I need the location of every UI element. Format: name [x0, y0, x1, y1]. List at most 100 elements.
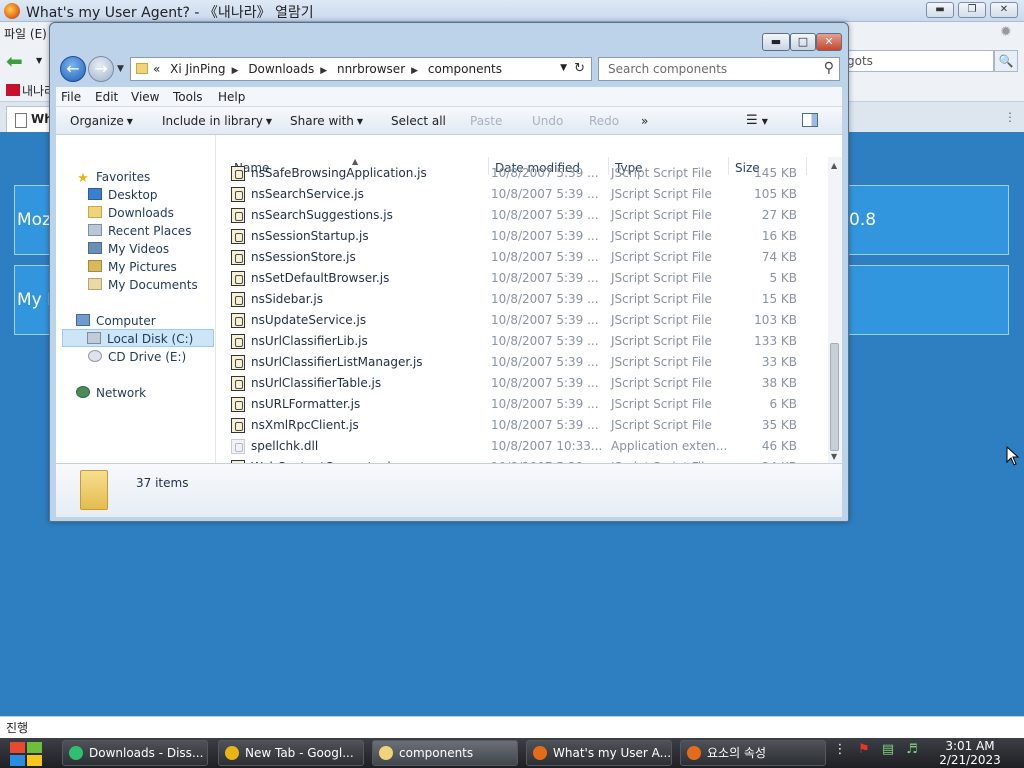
preview-pane-icon[interactable] [802, 113, 818, 127]
nav-my-videos[interactable]: My Videos [88, 240, 169, 258]
redo-button[interactable]: Redo [589, 114, 619, 128]
table-row[interactable]: nsSetDefaultBrowser.js 10/8/2007 5:39 ...… [226, 268, 826, 289]
table-row[interactable]: nsUrlClassifierTable.js 10/8/2007 5:39 ..… [226, 373, 826, 394]
close-button[interactable]: ✕ [816, 33, 842, 51]
paste-button[interactable]: Paste [470, 114, 502, 128]
back-button[interactable]: ← [60, 56, 86, 82]
nav-my-documents[interactable]: My Documents [88, 276, 198, 294]
file-type: JScript Script File [611, 187, 712, 201]
file-type: Application exten... [611, 439, 728, 453]
clock[interactable]: 3:01 AM 2/21/2023 [930, 739, 1010, 767]
breadcrumb-components[interactable]: components [428, 62, 502, 76]
script-file-icon [231, 313, 245, 328]
scroll-down-icon[interactable]: ▼ [831, 452, 837, 461]
browser-back-icon[interactable]: ⬅ [6, 50, 28, 72]
nav-computer[interactable]: Computer [76, 312, 156, 330]
minimize-button[interactable]: ▬ [762, 33, 790, 51]
table-row[interactable]: nsSidebar.js 10/8/2007 5:39 ... JScript Sc… [226, 289, 826, 310]
address-dropdown-icon[interactable]: ▼ [560, 63, 567, 73]
scroll-thumb[interactable] [830, 343, 839, 451]
taskbar-item[interactable]: New Tab - Googl... [218, 740, 364, 766]
network-status-icon[interactable]: ▤ [880, 742, 896, 758]
start-button[interactable] [8, 740, 44, 766]
hard-drive-icon [87, 332, 101, 344]
nav-local-disk-label: Local Disk (C:) [107, 332, 194, 346]
table-row[interactable]: nsSessionStartup.js 10/8/2007 5:39 ... JSc… [226, 226, 826, 247]
nav-my-pictures[interactable]: My Pictures [88, 258, 177, 276]
menu-view[interactable]: View [131, 90, 159, 104]
file-date: 10/8/2007 5:39 ... [491, 187, 599, 201]
breadcrumb-xi-jinping[interactable]: Xi JinPing [170, 62, 225, 76]
table-row[interactable]: nsURLFormatter.js 10/8/2007 5:39 ... JScri… [226, 394, 826, 415]
nav-local-disk[interactable]: Local Disk (C:) [62, 329, 214, 347]
browser-close-button[interactable]: ✕ [990, 2, 1018, 18]
share-with-button[interactable]: Share with ▼ [290, 114, 363, 128]
browser-menu-file[interactable]: 파일 (E) [4, 25, 47, 42]
forward-button[interactable]: → [88, 56, 114, 82]
table-row[interactable]: nsSearchService.js 10/8/2007 5:39 ... JScr… [226, 184, 826, 205]
taskbar-item[interactable]: Downloads - Diss... [62, 740, 208, 766]
table-row[interactable]: nsUrlClassifierLib.js 10/8/2007 5:39 ... J… [226, 331, 826, 352]
script-file-icon [231, 208, 245, 223]
scroll-up-icon[interactable]: ▲ [831, 161, 837, 170]
menu-help[interactable]: Help [218, 90, 245, 104]
more-commands-button[interactable]: » [641, 114, 648, 128]
nav-recent-places[interactable]: Recent Places [88, 222, 191, 240]
table-row[interactable]: nsSessionStore.js 10/8/2007 5:39 ... JScri… [226, 247, 826, 268]
tray-overflow-icon[interactable]: ⋮ [832, 742, 848, 758]
file-date: 10/8/2007 5:39 ... [491, 376, 599, 390]
browser-search-icon[interactable]: 🔍 [994, 50, 1018, 72]
select-all-button[interactable]: Select all [391, 114, 446, 128]
nav-desktop[interactable]: Desktop [88, 186, 158, 204]
action-center-flag-icon[interactable]: ⚑ [856, 742, 872, 758]
menu-edit[interactable]: Edit [95, 90, 118, 104]
table-row[interactable]: nsUrlClassifierListManager.js 10/8/2007 5… [226, 352, 826, 373]
script-file-icon [231, 355, 245, 370]
taskbar-item[interactable]: components [372, 740, 518, 766]
menu-tools[interactable]: Tools [173, 90, 203, 104]
windows-logo-icon [27, 742, 42, 753]
browser-minimize-button[interactable]: ▬ [926, 2, 954, 18]
explorer-window: ▬ □ ✕ ← → ▼ « Xi JinPing ▶ Downloads ▶ nnr… [49, 22, 849, 522]
vertical-scrollbar[interactable]: ▲ ▼ [828, 157, 842, 463]
bookmark-item[interactable]: 내나라 [6, 82, 55, 99]
chevron-right-icon[interactable]: ▶ [232, 66, 239, 76]
taskbar-item[interactable]: What's my User A... [526, 740, 672, 766]
nav-downloads[interactable]: Downloads [88, 204, 174, 222]
file-name: spellchk.dll [251, 439, 319, 453]
address-bar[interactable]: « Xi JinPing ▶ Downloads ▶ nnrbrowser ▶ com… [130, 57, 592, 81]
breadcrumb-downloads[interactable]: Downloads [248, 62, 314, 76]
breadcrumb-overflow[interactable]: « [153, 62, 160, 76]
browser-back-dropdown-icon[interactable]: ▼ [36, 56, 42, 65]
script-file-icon [231, 397, 245, 412]
change-view-icon[interactable]: ☰ ▼ [746, 113, 768, 128]
volume-icon[interactable]: ♬ [904, 742, 920, 758]
nav-favorites[interactable]: ★ Favorites [76, 168, 150, 186]
search-icon[interactable]: ⚲ [824, 60, 834, 76]
nav-cd-drive[interactable]: CD Drive (E:) [88, 348, 186, 366]
organize-button[interactable]: Organize ▼ [70, 114, 133, 128]
tab-list-icon[interactable]: ⋮ [1004, 110, 1016, 124]
nav-network[interactable]: Network [76, 384, 146, 402]
chevron-down-icon[interactable]: ▼ [762, 117, 768, 126]
chevron-right-icon[interactable]: ▶ [411, 66, 418, 76]
taskbar-item[interactable]: 요소의 속성 [680, 740, 826, 766]
include-in-library-button[interactable]: Include in library ▼ [162, 114, 272, 128]
undo-button[interactable]: Undo [532, 114, 563, 128]
table-row[interactable]: nsSafeBrowsingApplication.js 10/8/2007 5:… [226, 163, 826, 184]
maximize-button[interactable]: □ [790, 33, 816, 51]
search-input[interactable]: Search components ⚲ [598, 57, 840, 81]
browser-search-input[interactable]: gots [842, 50, 994, 72]
browser-maximize-button[interactable]: ❐ [958, 2, 986, 18]
recent-pages-dropdown-icon[interactable]: ▼ [117, 64, 124, 74]
table-row[interactable]: nsUpdateService.js 10/8/2007 5:39 ... JScr… [226, 310, 826, 331]
chevron-right-icon[interactable]: ▶ [320, 66, 327, 76]
file-size: 5 KB [769, 271, 797, 285]
refresh-icon[interactable]: ↻ [574, 61, 585, 76]
menu-file[interactable]: File [61, 90, 81, 104]
table-row[interactable]: spellchk.dll 10/8/2007 10:33... Applicatio… [226, 436, 826, 457]
table-row[interactable]: nsXmlRpcClient.js 10/8/2007 5:39 ... JScri… [226, 415, 826, 436]
table-row[interactable]: nsSearchSuggestions.js 10/8/2007 5:39 ...… [226, 205, 826, 226]
content-area: ★ Favorites Desktop Downloads Recent Plac… [56, 135, 842, 463]
breadcrumb-nnrbrowser[interactable]: nnrbrowser [337, 62, 405, 76]
